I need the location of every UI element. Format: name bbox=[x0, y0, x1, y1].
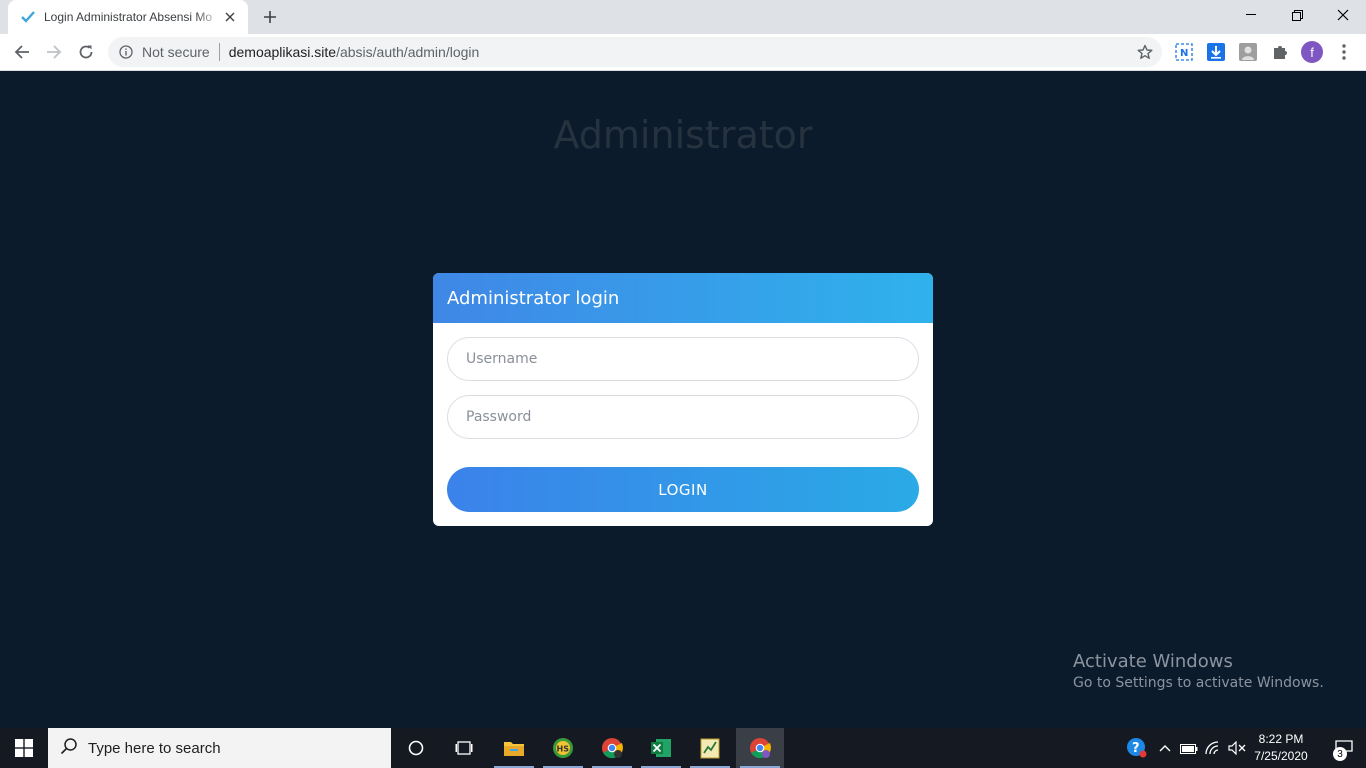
info-icon[interactable] bbox=[118, 44, 134, 60]
forward-icon[interactable] bbox=[40, 38, 68, 66]
card-title: Administrator login bbox=[447, 287, 620, 309]
excel-icon[interactable] bbox=[637, 728, 685, 768]
battery-icon[interactable] bbox=[1178, 728, 1200, 768]
cortana-icon[interactable] bbox=[392, 728, 440, 768]
volume-muted-icon[interactable] bbox=[1226, 728, 1248, 768]
file-explorer-icon[interactable] bbox=[490, 728, 538, 768]
taskbar-search-box[interactable]: Type here to search bbox=[48, 728, 391, 768]
password-field[interactable] bbox=[447, 395, 919, 439]
login-card: Administrator login LOGIN bbox=[433, 273, 933, 526]
restore-icon[interactable] bbox=[1274, 0, 1320, 30]
tab-login[interactable]: Login Administrator Absensi Mo bbox=[8, 0, 248, 34]
svg-text:?: ? bbox=[1132, 741, 1140, 756]
activate-windows-watermark: Activate Windows Go to Settings to activ… bbox=[1073, 651, 1324, 691]
windows-start-icon[interactable] bbox=[0, 728, 48, 768]
bookmark-star-icon[interactable] bbox=[1136, 43, 1154, 61]
watermark-subtitle: Go to Settings to activate Windows. bbox=[1073, 675, 1324, 691]
reload-icon[interactable] bbox=[72, 38, 100, 66]
address-bar[interactable]: Not secure demoaplikasi.site /absis/auth… bbox=[108, 37, 1162, 67]
card-header: Administrator login bbox=[433, 273, 933, 323]
user-extension-icon[interactable] bbox=[1238, 42, 1258, 62]
tab-strip: Login Administrator Absensi Mo bbox=[0, 0, 1366, 34]
clock-date: 7/25/2020 bbox=[1254, 749, 1308, 763]
security-label: Not secure bbox=[142, 44, 210, 60]
task-view-icon[interactable] bbox=[440, 728, 488, 768]
search-placeholder: Type here to search bbox=[88, 739, 221, 757]
wifi-icon[interactable] bbox=[1203, 728, 1225, 768]
chrome-icon[interactable] bbox=[588, 728, 636, 768]
download-extension-icon[interactable] bbox=[1206, 42, 1226, 62]
page-content: Administrator Administrator login LOGIN … bbox=[0, 71, 1366, 728]
help-icon[interactable]: ? bbox=[1124, 728, 1150, 768]
notes-app-icon[interactable] bbox=[686, 728, 734, 768]
show-hidden-icons-chevron-icon[interactable] bbox=[1155, 728, 1175, 768]
clock-time: 8:22 PM bbox=[1258, 732, 1304, 746]
profile-avatar[interactable]: f bbox=[1301, 41, 1323, 63]
menu-kebab-icon[interactable] bbox=[1334, 42, 1354, 62]
chrome-profile-icon[interactable] bbox=[736, 728, 784, 768]
url-host: demoaplikasi.site bbox=[228, 44, 337, 60]
search-icon bbox=[60, 737, 78, 760]
checkmark-favicon-icon bbox=[20, 9, 36, 25]
back-icon[interactable] bbox=[8, 38, 36, 66]
new-tab-icon[interactable] bbox=[258, 5, 282, 29]
notification-count-badge: 3 bbox=[1333, 747, 1347, 761]
tab-title: Login Administrator Absensi Mo bbox=[44, 10, 213, 24]
minimize-icon[interactable] bbox=[1228, 0, 1274, 30]
browser-toolbar: Not secure demoaplikasi.site /absis/auth… bbox=[0, 34, 1366, 71]
taskbar: Type here to search HS ? 8:22 PM 7/25/20… bbox=[0, 728, 1366, 768]
svg-text:HS: HS bbox=[557, 745, 570, 754]
close-window-icon[interactable] bbox=[1320, 0, 1366, 30]
system-clock[interactable]: 8:22 PM 7/25/2020 bbox=[1250, 731, 1312, 765]
login-button[interactable]: LOGIN bbox=[447, 467, 919, 512]
svg-text:N: N bbox=[1180, 48, 1188, 59]
hs-app-icon[interactable]: HS bbox=[539, 728, 587, 768]
page-title: Administrator bbox=[553, 113, 813, 157]
url-path: /absis/auth/admin/login bbox=[336, 44, 480, 60]
username-field[interactable] bbox=[447, 337, 919, 381]
close-tab-icon[interactable] bbox=[222, 9, 238, 25]
extensions-puzzle-icon[interactable] bbox=[1270, 42, 1290, 62]
notion-extension-icon[interactable]: N bbox=[1174, 42, 1194, 62]
omnibox-divider bbox=[218, 43, 220, 61]
watermark-title: Activate Windows bbox=[1073, 651, 1233, 672]
